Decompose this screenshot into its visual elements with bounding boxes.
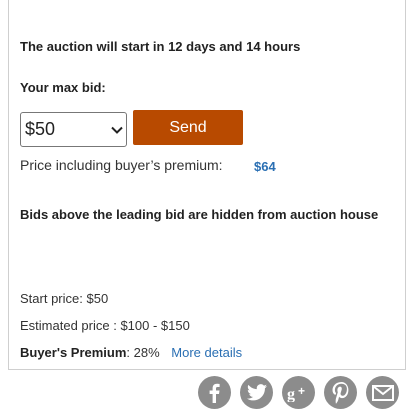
chevron-down-icon bbox=[108, 113, 126, 146]
start-price-label: Start price: bbox=[20, 291, 83, 306]
google-plus-icon[interactable]: g + bbox=[282, 376, 315, 409]
pinterest-icon[interactable] bbox=[324, 376, 357, 409]
estimated-price-row: Estimated price : $100 - $150 bbox=[20, 318, 190, 333]
facebook-icon[interactable] bbox=[198, 376, 231, 409]
buyers-premium-label: Buyer's Premium bbox=[20, 345, 127, 360]
svg-text:+: + bbox=[298, 384, 305, 398]
email-icon[interactable] bbox=[366, 376, 399, 409]
svg-text:g: g bbox=[287, 386, 295, 402]
auction-start-message: The auction will start in 12 days and 14… bbox=[20, 39, 301, 54]
premium-price-label: Price including buyer’s premium: bbox=[20, 157, 223, 173]
buyers-premium-row: Buyer's Premium: 28% More details bbox=[20, 345, 242, 360]
share-bar: g + bbox=[198, 376, 399, 409]
premium-price-value: $64 bbox=[254, 159, 276, 174]
hidden-bids-note: Bids above the leading bid are hidden fr… bbox=[20, 207, 379, 222]
estimated-price-value: $100 - $150 bbox=[120, 318, 190, 333]
max-bid-select[interactable]: $50 bbox=[20, 112, 127, 147]
max-bid-label: Your max bid: bbox=[20, 80, 106, 95]
auction-panel: The auction will start in 12 days and 14… bbox=[8, 0, 406, 370]
start-price-row: Start price: $50 bbox=[20, 291, 108, 306]
estimated-price-label: Estimated price : bbox=[20, 318, 117, 333]
more-details-link[interactable]: More details bbox=[171, 345, 242, 360]
send-bid-button[interactable]: Send bbox=[133, 110, 243, 145]
max-bid-select-value: $50 bbox=[25, 119, 56, 139]
start-price-value: $50 bbox=[86, 291, 109, 306]
buyers-premium-value: : 28% bbox=[126, 345, 160, 360]
twitter-icon[interactable] bbox=[240, 376, 273, 409]
